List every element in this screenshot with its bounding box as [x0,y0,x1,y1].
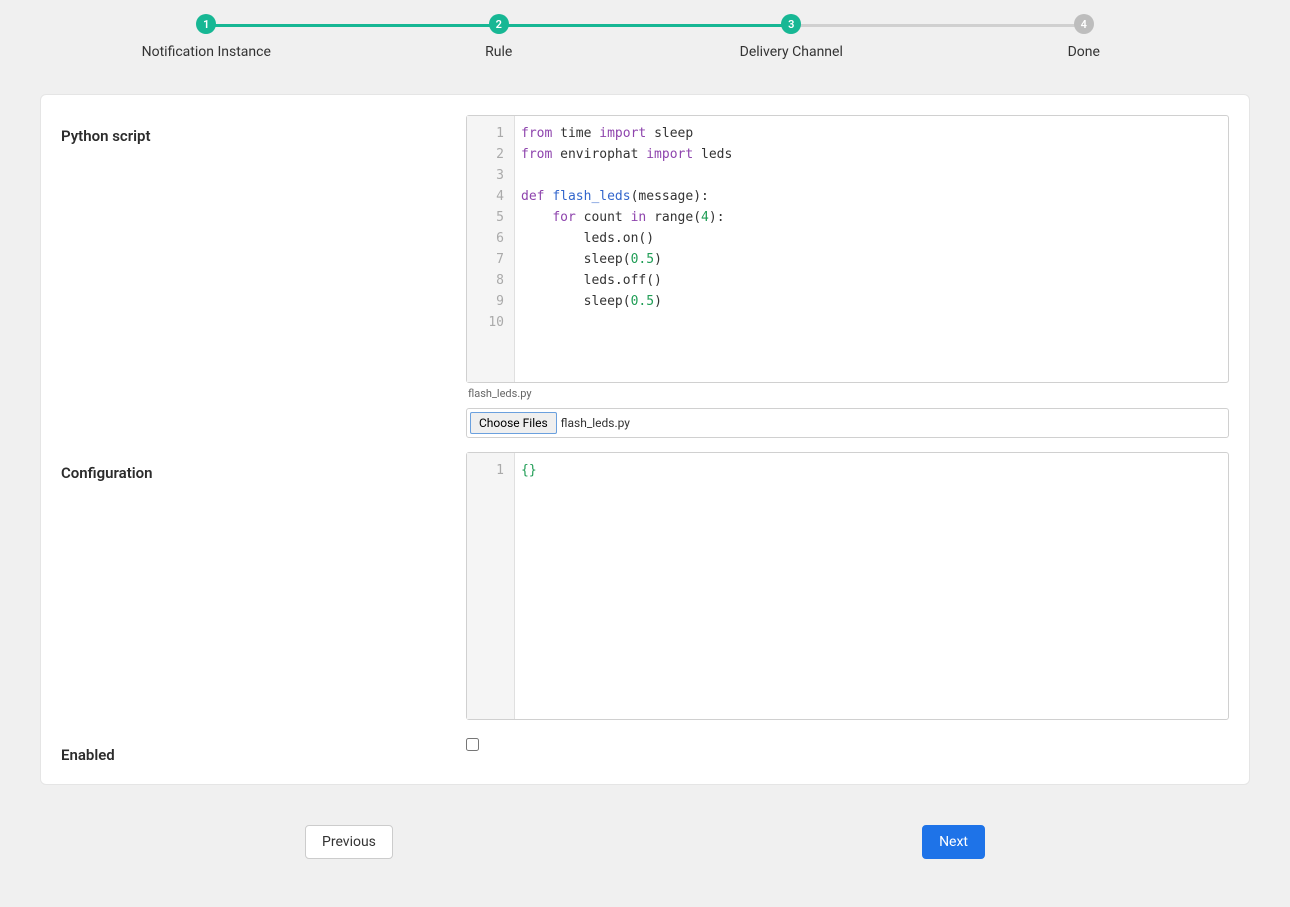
enabled-row: Enabled [41,734,1249,764]
next-button[interactable]: Next [922,825,985,859]
configuration-label: Configuration [61,452,466,482]
step-label: Rule [485,44,512,60]
enabled-checkbox[interactable] [466,738,479,751]
step-label: Delivery Channel [740,44,843,60]
wizard-stepper: 1 Notification Instance 2 Rule 3 Delivery Cha… [0,0,1290,74]
step-circle: 3 [781,14,801,34]
step-connector [791,24,1084,27]
step-3[interactable]: 3 Delivery Channel [645,14,938,60]
step-circle: 4 [1074,14,1094,34]
form-card: Python script 12345678910 from time impo… [40,94,1250,785]
python-script-label: Python script [61,115,466,145]
python-script-editor[interactable]: 12345678910 from time import sleepfrom e… [466,115,1229,383]
step-2[interactable]: 2 Rule [353,14,646,60]
python-script-row: Python script 12345678910 from time impo… [41,115,1249,438]
configuration-editor[interactable]: 1 {} [466,452,1229,720]
step-1[interactable]: 1 Notification Instance [60,14,353,60]
configuration-row: Configuration 1 {} [41,452,1249,720]
step-connector [499,24,792,27]
step-4[interactable]: 4 Done [938,14,1231,60]
previous-button[interactable]: Previous [305,825,393,859]
wizard-footer: Previous Next [305,805,985,879]
file-input[interactable]: Choose Files flash_leds.py [466,408,1229,438]
script-code-area[interactable]: from time import sleepfrom envirophat im… [515,116,1228,382]
selected-file-name: flash_leds.py [561,416,630,430]
step-circle: 2 [489,14,509,34]
step-label: Notification Instance [142,44,271,60]
script-filename-label: flash_leds.py [466,383,1229,408]
enabled-label: Enabled [61,734,466,764]
config-code-area[interactable]: {} [515,453,1228,719]
choose-files-button[interactable]: Choose Files [470,412,557,434]
step-connector [206,24,499,27]
script-gutter: 12345678910 [467,116,515,382]
step-label: Done [1068,44,1100,60]
step-circle: 1 [196,14,216,34]
config-gutter: 1 [467,453,515,719]
